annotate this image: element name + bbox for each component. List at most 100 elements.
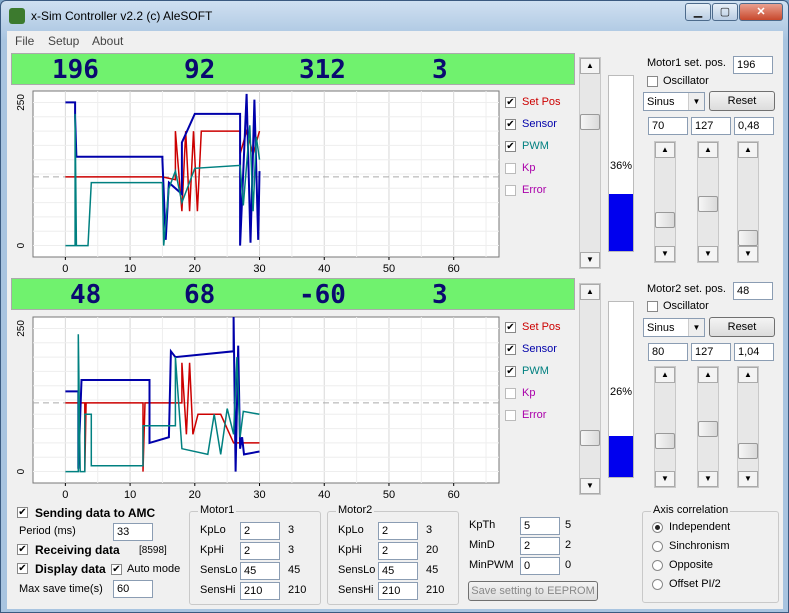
motor2-value-4: 3: [432, 280, 448, 310]
motor2-oscillator-checkbox[interactable]: [647, 301, 658, 312]
scroll-down-button[interactable]: ▼: [655, 246, 675, 262]
motor1-kphi-label: KpHi: [200, 544, 224, 556]
scroll-up-button[interactable]: ▲: [655, 142, 675, 158]
motor1-param-3-scrollbar[interactable]: ▲ ▼: [737, 141, 759, 263]
menu-about[interactable]: About: [92, 34, 123, 48]
sending-data-label: Sending data to AMC: [35, 506, 156, 520]
motor2-kplo-value: 3: [426, 524, 433, 536]
motor1-reset-button[interactable]: Reset: [709, 91, 775, 111]
axis-radio-offset-pi-2[interactable]: [652, 579, 663, 590]
motor2-position-scrollbar[interactable]: ▲ ▼: [579, 283, 601, 495]
motor2-setpos-input[interactable]: 48: [733, 282, 773, 300]
scroll-down-button[interactable]: ▼: [655, 471, 675, 487]
motor1-gauge-fill: [609, 194, 633, 251]
kpth-input[interactable]: 5: [520, 517, 560, 535]
scroll-thumb[interactable]: [738, 443, 758, 459]
scroll-up-button[interactable]: ▲: [580, 284, 600, 300]
legend-checkbox-sensor[interactable]: ✔: [505, 344, 516, 355]
motor1-waveform-select[interactable]: Sinus ▼: [643, 92, 705, 111]
axis-radio-opposite[interactable]: [652, 560, 663, 571]
sending-data-checkbox[interactable]: ✔: [17, 507, 28, 518]
auto-mode-checkbox[interactable]: ✔: [111, 564, 122, 575]
motor2-kplo-input[interactable]: 2: [378, 522, 418, 540]
axis-radio-independent[interactable]: [652, 522, 663, 533]
scroll-thumb[interactable]: [698, 421, 718, 437]
motor2-param-2-scrollbar[interactable]: ▲ ▼: [697, 366, 719, 488]
motor2-senshi-input[interactable]: 210: [378, 582, 418, 600]
motor1-position-scrollbar[interactable]: ▲ ▼: [579, 57, 601, 269]
scroll-thumb[interactable]: [580, 430, 600, 446]
menu-file[interactable]: File: [15, 34, 34, 48]
legend-checkbox-set-pos[interactable]: ✔: [505, 97, 516, 108]
scroll-thumb[interactable]: [580, 114, 600, 130]
motor1-param-3[interactable]: 0,48: [734, 117, 774, 135]
motor1-oscillator-checkbox[interactable]: [647, 76, 658, 87]
legend-label: PWM: [522, 365, 549, 377]
legend-checkbox-pwm[interactable]: ✔: [505, 141, 516, 152]
scroll-up-button[interactable]: ▲: [580, 58, 600, 74]
scroll-down-button[interactable]: ▼: [698, 471, 718, 487]
motor1-senshi-input[interactable]: 210: [240, 582, 280, 600]
max-save-input[interactable]: 60: [113, 580, 153, 598]
motor2-param-1[interactable]: 80: [648, 343, 688, 361]
scroll-thumb[interactable]: [655, 433, 675, 449]
scroll-up-button[interactable]: ▲: [655, 367, 675, 383]
scroll-up-button[interactable]: ▲: [698, 142, 718, 158]
motor2-param-3[interactable]: 1,04: [734, 343, 774, 361]
maximize-button[interactable]: ▢: [712, 3, 738, 21]
motor2-kphi-label: KpHi: [338, 544, 362, 556]
scroll-down-button[interactable]: ▼: [738, 471, 758, 487]
motor1-param-1-scrollbar[interactable]: ▲ ▼: [654, 141, 676, 263]
motor2-value-3: -60: [299, 280, 346, 310]
legend-checkbox-error[interactable]: [505, 410, 516, 421]
scroll-down-button[interactable]: ▼: [580, 478, 600, 494]
motor2-waveform-select[interactable]: Sinus ▼: [643, 318, 705, 337]
motor2-param-3-scrollbar[interactable]: ▲ ▼: [737, 366, 759, 488]
x-tick-label: 60: [448, 489, 460, 501]
motor1-plot-area: 0 10 20 30 40 50 60 0 250: [11, 87, 573, 277]
motor2-param-2[interactable]: 127: [691, 343, 731, 361]
motor1-senslo-input[interactable]: 45: [240, 562, 280, 580]
legend-checkbox-error[interactable]: [505, 185, 516, 196]
display-data-checkbox[interactable]: ✔: [17, 563, 28, 574]
motor2-kphi-input[interactable]: 2: [378, 542, 418, 560]
scroll-down-button[interactable]: ▼: [698, 246, 718, 262]
scroll-up-button[interactable]: ▲: [738, 367, 758, 383]
legend-checkbox-sensor[interactable]: ✔: [505, 119, 516, 130]
axis-radio-sinchronism[interactable]: [652, 541, 663, 552]
motor1-kphi-input[interactable]: 2: [240, 542, 280, 560]
period-input[interactable]: 33: [113, 523, 153, 541]
motor1-param-2-scrollbar[interactable]: ▲ ▼: [697, 141, 719, 263]
title-bar[interactable]: x-Sim Controller v2.2 (c) AleSOFT ▁ ▢ ✕: [1, 1, 788, 31]
scroll-thumb[interactable]: [738, 230, 758, 246]
scroll-up-button[interactable]: ▲: [698, 367, 718, 383]
scroll-up-button[interactable]: ▲: [738, 142, 758, 158]
close-button[interactable]: ✕: [739, 3, 783, 21]
menu-setup[interactable]: Setup: [48, 34, 79, 48]
save-eeprom-button[interactable]: Save setting to EEPROM: [468, 581, 598, 601]
motor1-param-1[interactable]: 70: [648, 117, 688, 135]
legend-label: Sensor: [522, 343, 557, 355]
legend-checkbox-kp[interactable]: [505, 163, 516, 174]
motor2-setpos-label: Motor2 set. pos.: [647, 283, 726, 295]
scroll-thumb[interactable]: [655, 212, 675, 228]
legend-checkbox-set-pos[interactable]: ✔: [505, 322, 516, 333]
x-tick-label: 20: [189, 263, 201, 275]
motor2-param-1-scrollbar[interactable]: ▲ ▼: [654, 366, 676, 488]
legend-checkbox-pwm[interactable]: ✔: [505, 366, 516, 377]
minpwm-input[interactable]: 0: [520, 557, 560, 575]
motor1-kplo-input[interactable]: 2: [240, 522, 280, 540]
mind-input[interactable]: 2: [520, 537, 560, 555]
motor1-param-2[interactable]: 127: [691, 117, 731, 135]
motor2-reset-button[interactable]: Reset: [709, 317, 775, 337]
minimize-button[interactable]: ▁: [685, 3, 711, 21]
waveform-value: Sinus: [647, 96, 675, 108]
scroll-down-button[interactable]: ▼: [738, 246, 758, 262]
motor1-setpos-input[interactable]: 196: [733, 56, 773, 74]
legend-label: Set Pos: [522, 321, 561, 333]
motor2-senslo-input[interactable]: 45: [378, 562, 418, 580]
scroll-thumb[interactable]: [698, 196, 718, 212]
legend-checkbox-kp[interactable]: [505, 388, 516, 399]
scroll-down-button[interactable]: ▼: [580, 252, 600, 268]
receiving-data-checkbox[interactable]: ✔: [17, 544, 28, 555]
